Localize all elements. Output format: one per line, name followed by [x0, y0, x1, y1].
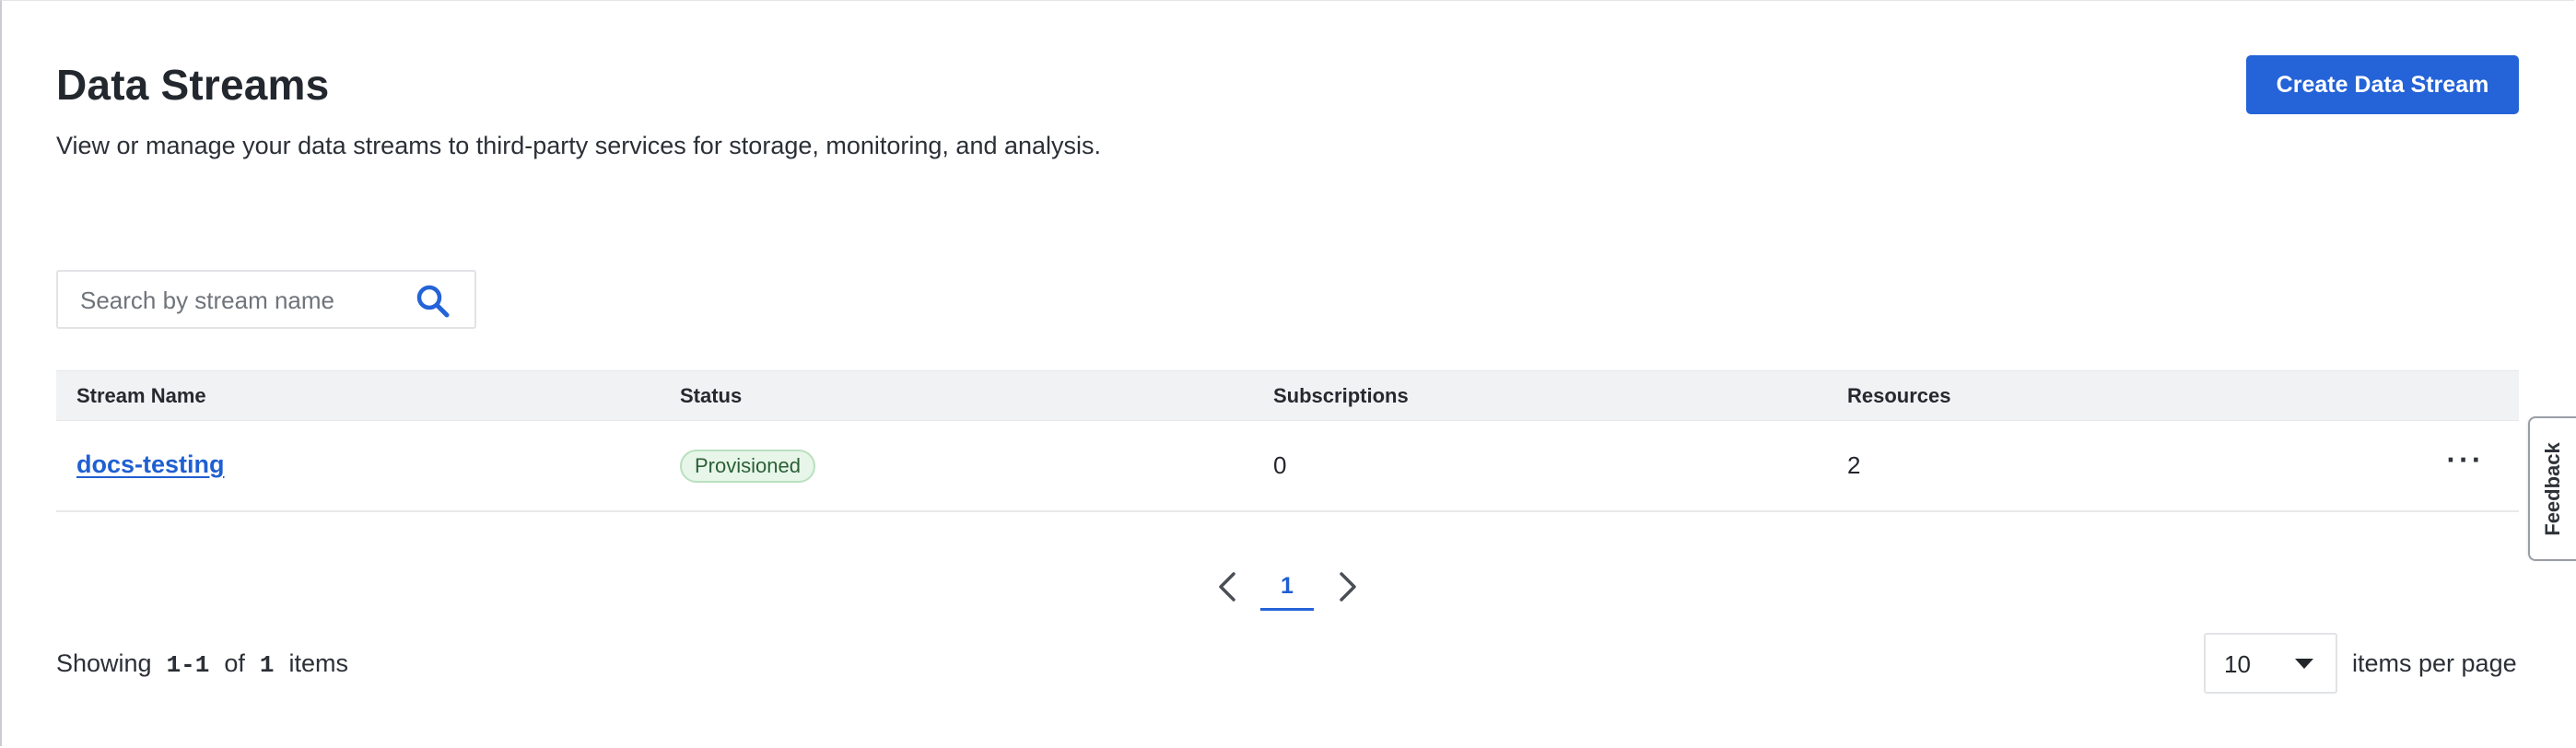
column-header-stream-name[interactable]: Stream Name: [76, 384, 206, 408]
column-header-subscriptions[interactable]: Subscriptions: [1273, 384, 1409, 408]
search-box: [56, 270, 476, 329]
column-header-resources[interactable]: Resources: [1847, 384, 1951, 408]
showing-summary: Showing 1-1 of 1 items: [56, 649, 348, 679]
pagination-page-current[interactable]: 1: [1260, 567, 1314, 611]
showing-of: of: [224, 649, 245, 677]
page-title: Data Streams: [56, 61, 330, 109]
showing-total: 1: [259, 651, 275, 679]
chevron-left-icon[interactable]: [1210, 567, 1247, 607]
search-icon[interactable]: [416, 284, 451, 319]
search-input[interactable]: [78, 272, 414, 329]
showing-prefix: Showing: [56, 649, 152, 677]
status-badge: Provisioned: [680, 450, 815, 483]
items-per-page-label: items per page: [2352, 649, 2517, 677]
feedback-tab[interactable]: Feedback: [2528, 416, 2576, 561]
more-horizontal-icon[interactable]: ···: [2442, 441, 2488, 478]
resources-cell: 2: [1847, 451, 1861, 479]
caret-down-icon: [2295, 659, 2313, 669]
create-data-stream-button[interactable]: Create Data Stream: [2246, 55, 2519, 114]
feedback-label: Feedback: [2541, 441, 2564, 536]
page-subtitle: View or manage your data streams to thir…: [56, 132, 1102, 159]
showing-items-label: items: [288, 649, 349, 677]
items-per-page-value: 10: [2224, 650, 2251, 678]
column-header-status[interactable]: Status: [680, 384, 742, 408]
chevron-right-icon[interactable]: [1329, 567, 1365, 607]
table-row: docs-testing Provisioned 0 2 ···: [56, 421, 2519, 512]
page-frame: Data Streams View or manage your data st…: [0, 0, 2576, 746]
showing-range: 1-1: [166, 651, 210, 679]
items-per-page-select[interactable]: 10: [2204, 633, 2337, 694]
stream-name-link[interactable]: docs-testing: [76, 450, 225, 478]
table-header: Stream Name Status Subscriptions Resourc…: [56, 370, 2519, 421]
stream-name-cell: docs-testing: [76, 450, 225, 479]
subscriptions-cell: 0: [1273, 451, 1287, 479]
